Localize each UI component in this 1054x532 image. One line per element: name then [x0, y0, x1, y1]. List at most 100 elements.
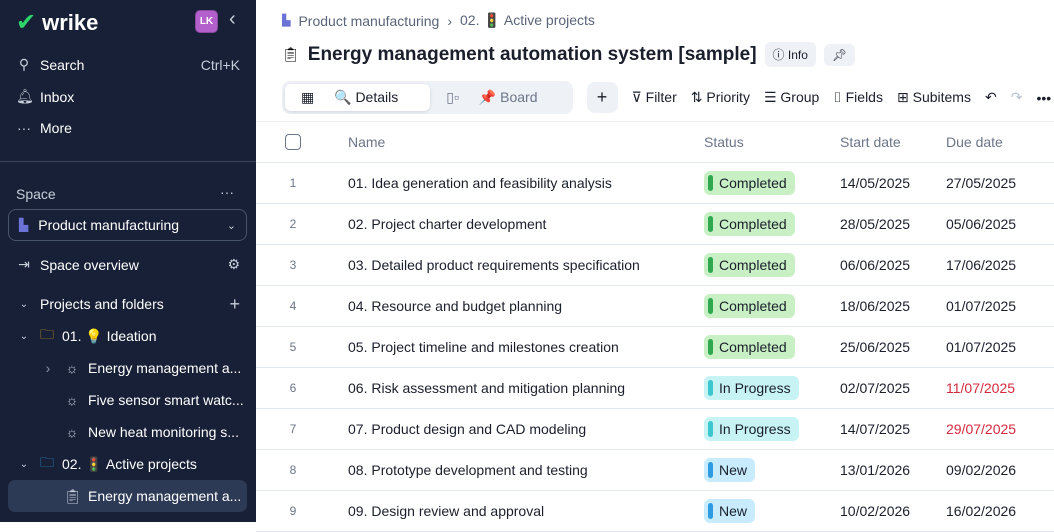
- page-title[interactable]: Energy management automation system [sam…: [308, 44, 757, 66]
- start-date[interactable]: 14/07/2025: [840, 421, 910, 437]
- task-name[interactable]: 01. Idea generation and feasibility anal…: [348, 175, 612, 191]
- space-more-icon[interactable]: ···: [220, 184, 234, 200]
- column-name[interactable]: Name: [348, 134, 385, 150]
- status-label: Completed: [719, 175, 787, 191]
- table-row[interactable]: 9 09. Design review and approval New 10/…: [256, 491, 1054, 532]
- lightbulb-icon: ☼: [65, 360, 79, 376]
- table-row[interactable]: 5 05. Project timeline and milestones cr…: [256, 327, 1054, 368]
- tree-label: Energy management a...: [88, 488, 242, 504]
- select-all-checkbox[interactable]: [285, 134, 301, 150]
- task-name[interactable]: 02. Project charter development: [348, 216, 546, 232]
- space-overview-label: Space overview: [40, 256, 139, 273]
- task-name[interactable]: 03. Detailed product requirements specif…: [348, 257, 640, 273]
- status-badge[interactable]: Completed: [704, 171, 795, 195]
- due-date[interactable]: 09/02/2026: [946, 462, 1016, 478]
- table-row[interactable]: 7 07. Product design and CAD modeling In…: [256, 409, 1054, 450]
- task-name[interactable]: 08. Prototype development and testing: [348, 462, 588, 478]
- space-overview-nav[interactable]: ⇥ Space overview ⚙: [16, 256, 240, 273]
- search-nav[interactable]: ⚲ Search Ctrl+K: [16, 56, 240, 73]
- projects-header[interactable]: ⌄ Projects and folders +: [16, 288, 240, 320]
- redo-icon[interactable]: ↷: [1011, 89, 1023, 106]
- status-badge[interactable]: In Progress: [704, 417, 799, 441]
- tree-folder-ideation[interactable]: ⌄ 🗀 01. 💡 Ideation: [16, 320, 157, 352]
- row-number: 4: [289, 299, 297, 313]
- add-icon[interactable]: +: [229, 294, 240, 315]
- due-date[interactable]: 16/02/2026: [946, 503, 1016, 519]
- undo-icon[interactable]: ↶: [985, 89, 997, 106]
- subitems-button[interactable]: ⊞ Subitems: [897, 89, 971, 106]
- inbox-nav[interactable]: 🔔︎ Inbox: [16, 88, 74, 105]
- tab-board[interactable]: ▯▫ 📌 Board: [430, 84, 569, 111]
- status-badge[interactable]: In Progress: [704, 376, 799, 400]
- fields-label: Fields: [845, 89, 883, 105]
- tree-item-selected[interactable]: 📋︎ Energy management a...: [8, 480, 247, 512]
- wrike-logo[interactable]: ✔ wrike: [16, 8, 98, 37]
- status-badge[interactable]: Completed: [704, 253, 795, 277]
- add-view-button[interactable]: +: [586, 82, 618, 113]
- breadcrumb-folder[interactable]: 02. 🚦 Active projects: [460, 12, 595, 29]
- status-label: Completed: [719, 257, 787, 273]
- info-label: Info: [787, 48, 808, 62]
- status-badge[interactable]: New: [704, 499, 756, 523]
- lightbulb-icon: ☼: [65, 392, 79, 408]
- tree-item[interactable]: ☼ New heat monitoring s...: [64, 416, 239, 448]
- gear-icon[interactable]: ⚙: [227, 256, 240, 273]
- due-date[interactable]: 27/05/2025: [946, 175, 1016, 191]
- start-date[interactable]: 13/01/2026: [840, 462, 910, 478]
- row-number: 6: [289, 381, 297, 395]
- status-badge[interactable]: Completed: [704, 294, 795, 318]
- status-badge[interactable]: Completed: [704, 212, 795, 236]
- table-row[interactable]: 4 04. Resource and budget planning Compl…: [256, 286, 1054, 327]
- filter-button[interactable]: ⊽ Filter: [632, 89, 677, 106]
- more-icon[interactable]: •••: [1036, 90, 1051, 106]
- info-button[interactable]: ⓘ Info: [764, 42, 816, 67]
- start-date[interactable]: 25/06/2025: [840, 339, 910, 355]
- space-icon: ▙: [282, 15, 291, 27]
- column-start-date[interactable]: Start date: [840, 134, 901, 150]
- start-date[interactable]: 14/05/2025: [840, 175, 910, 191]
- start-date[interactable]: 06/06/2025: [840, 257, 910, 273]
- table-row[interactable]: 6 06. Risk assessment and mitigation pla…: [256, 368, 1054, 409]
- tree-label: Five sensor smart watc...: [88, 392, 244, 408]
- due-date[interactable]: 01/07/2025: [946, 298, 1016, 314]
- collapse-sidebar-icon[interactable]: ‹: [229, 8, 236, 31]
- space-selector[interactable]: ▙ Product manufacturing ⌄: [8, 209, 247, 241]
- task-name[interactable]: 07. Product design and CAD modeling: [348, 421, 586, 437]
- tree-item[interactable]: › ☼ Energy management a...: [40, 352, 242, 384]
- tree-folder-active[interactable]: ⌄ 🗀 02. 🚦 Active projects: [16, 448, 197, 480]
- more-nav[interactable]: ··· More: [16, 120, 72, 136]
- fields-button[interactable]: ⌷ Fields: [833, 89, 883, 106]
- more-icon: ···: [17, 120, 31, 136]
- task-name[interactable]: 05. Project timeline and milestones crea…: [348, 339, 619, 355]
- start-date[interactable]: 18/06/2025: [840, 298, 910, 314]
- breadcrumb-space[interactable]: Product manufacturing: [298, 13, 439, 29]
- avatar[interactable]: LK: [195, 10, 218, 33]
- status-label: Completed: [719, 339, 787, 355]
- start-date[interactable]: 02/07/2025: [840, 380, 910, 396]
- due-date[interactable]: 01/07/2025: [946, 339, 1016, 355]
- more-label: More: [40, 120, 72, 136]
- due-date[interactable]: 05/06/2025: [946, 216, 1016, 232]
- group-button[interactable]: ☰ Group: [764, 89, 819, 106]
- task-name[interactable]: 06. Risk assessment and mitigation plann…: [348, 380, 625, 396]
- status-badge[interactable]: Completed: [704, 335, 795, 359]
- table-row[interactable]: 8 08. Prototype development and testing …: [256, 450, 1054, 491]
- pin-icon[interactable]: 📌︎: [823, 43, 856, 66]
- priority-button[interactable]: ⇅ Priority: [691, 89, 750, 106]
- due-date[interactable]: 11/07/2025: [946, 380, 1015, 396]
- due-date[interactable]: 17/06/2025: [946, 257, 1016, 273]
- column-due-date[interactable]: Due date: [946, 134, 1003, 150]
- task-name[interactable]: 09. Design review and approval: [348, 503, 544, 519]
- tab-details[interactable]: ▦ 🔍 Details: [285, 84, 431, 111]
- start-date[interactable]: 28/05/2025: [840, 216, 910, 232]
- table-row[interactable]: 3 03. Detailed product requirements spec…: [256, 245, 1054, 286]
- column-status[interactable]: Status: [704, 134, 744, 150]
- start-date[interactable]: 10/02/2026: [840, 503, 910, 519]
- task-name[interactable]: 04. Resource and budget planning: [348, 298, 562, 314]
- table-row[interactable]: 2 02. Project charter development Comple…: [256, 204, 1054, 245]
- tree-item[interactable]: ☼ Five sensor smart watc...: [64, 384, 244, 416]
- subitems-label: Subitems: [912, 89, 971, 105]
- table-row[interactable]: 1 01. Idea generation and feasibility an…: [256, 163, 1054, 204]
- status-badge[interactable]: New: [704, 458, 756, 482]
- due-date[interactable]: 29/07/2025: [946, 421, 1016, 437]
